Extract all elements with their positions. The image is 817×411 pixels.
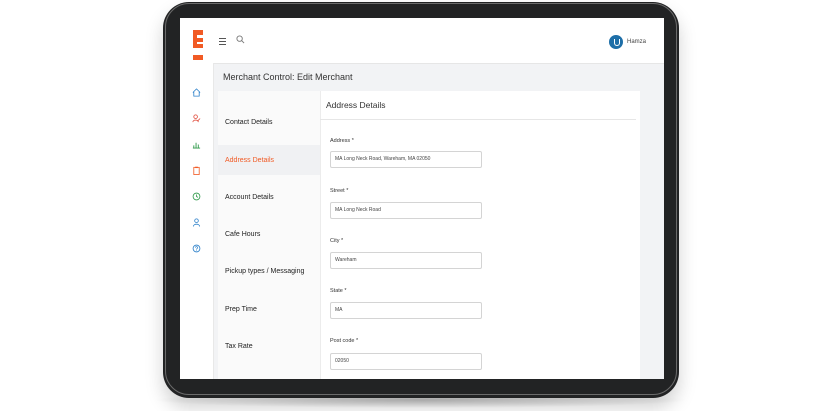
tab-address-details[interactable]: Address Details [218,145,320,175]
app-screen: Hamza Merchant Control: Edit Merchant Co… [180,18,664,379]
avatar[interactable] [608,35,623,49]
top-bar: Hamza [180,18,664,64]
settings-tabs: Contact Details Address Details Account … [218,91,321,379]
state-label: State * [330,288,347,294]
hamburger-menu-icon[interactable] [219,38,226,45]
chart-icon[interactable] [192,140,201,149]
tab-tax-rate[interactable]: Tax Rate [218,331,320,361]
post-code-field[interactable]: 02050 [330,353,482,370]
city-label: City * [330,238,344,244]
tab-pickup-types-messaging[interactable]: Pickup types / Messaging [218,256,320,286]
address-details-pane: Address Details Address * MA Long Neck R… [320,91,640,379]
address-field[interactable]: MA Long Neck Road, Wareham, MA 02050 [330,151,482,168]
home-icon[interactable] [192,88,201,97]
clipboard-icon[interactable] [192,166,201,175]
clock-icon[interactable] [192,192,201,201]
user-menu[interactable]: Hamza [608,33,646,51]
icon-sidebar [180,63,214,379]
tab-prep-time[interactable]: Prep Time [218,294,320,324]
section-title: Address Details [326,100,386,110]
state-field[interactable]: MA [330,302,482,319]
edit-merchant-card: Contact Details Address Details Account … [218,91,640,379]
address-label: Address * [330,138,354,144]
brand-logo[interactable] [193,30,205,60]
post-code-label: Post code * [330,338,359,344]
tab-account-details[interactable]: Account Details [218,182,320,212]
user-name[interactable]: Hamza [627,39,646,45]
divider [320,119,636,120]
page-title: Merchant Control: Edit Merchant [223,72,353,82]
help-icon[interactable] [192,244,201,253]
city-field[interactable]: Wareham [330,252,482,269]
search-icon[interactable] [236,35,245,44]
tab-cafe-hours[interactable]: Cafe Hours [218,219,320,249]
tab-contact-details[interactable]: Contact Details [218,107,320,137]
street-field[interactable]: MA Long Neck Road [330,202,482,219]
person-icon[interactable] [192,218,201,227]
street-label: Street * [330,188,349,194]
user-edit-icon[interactable] [192,114,201,123]
